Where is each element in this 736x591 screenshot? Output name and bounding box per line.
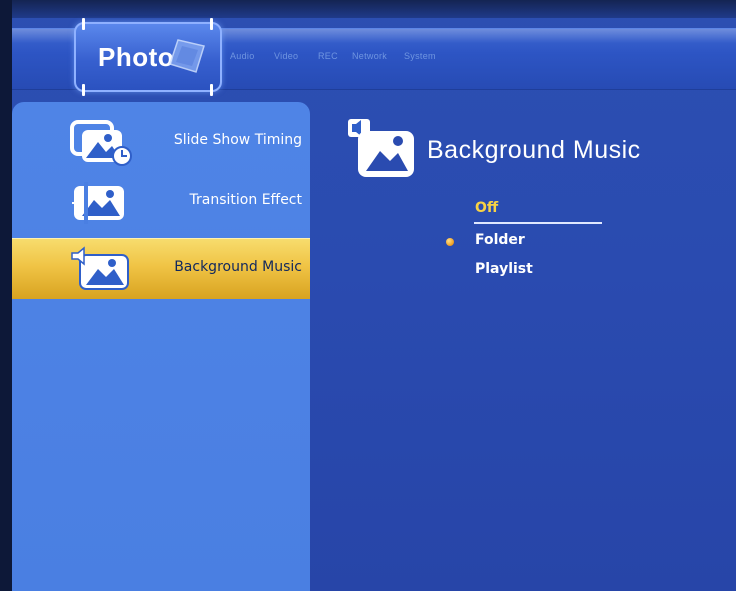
- tab-audio[interactable]: Audio: [230, 51, 255, 61]
- focus-underline: [474, 222, 602, 224]
- photo-tab-icon: [169, 39, 205, 73]
- background-music-icon: [71, 246, 129, 290]
- selected-bullet-icon: [446, 238, 454, 246]
- tab-rec[interactable]: REC: [318, 51, 338, 61]
- page-title: Background Music: [427, 136, 641, 164]
- sidebar-item-label: Slide Show Timing: [173, 132, 302, 148]
- sidebar-item-slideshow-timing[interactable]: Slide Show Timing: [12, 112, 310, 172]
- option-folder[interactable]: Folder: [475, 232, 525, 248]
- sidebar-item-label: Background Music: [174, 259, 302, 275]
- option-off[interactable]: Off: [475, 200, 498, 216]
- tab-photo[interactable]: Photo: [74, 18, 222, 96]
- sidebar-item-background-music[interactable]: Background Music: [12, 238, 310, 299]
- settings-sidebar: Slide Show Timing Transition Effect Back…: [12, 102, 310, 591]
- tab-network[interactable]: Network: [352, 51, 387, 61]
- tv-menu-screen: Audio Video REC Network System Photo Sli…: [12, 0, 736, 591]
- transition-effect-icon: [72, 182, 124, 224]
- sidebar-item-label: Transition Effect: [189, 192, 302, 208]
- sidebar-item-transition-effect[interactable]: Transition Effect: [12, 172, 310, 232]
- top-band: [12, 0, 736, 18]
- tab-system[interactable]: System: [404, 51, 436, 61]
- slideshow-timing-icon: [70, 120, 132, 166]
- tab-photo-label: Photo: [98, 42, 175, 72]
- option-playlist[interactable]: Playlist: [475, 261, 533, 277]
- background-music-icon: [348, 119, 414, 177]
- tab-video[interactable]: Video: [274, 51, 298, 61]
